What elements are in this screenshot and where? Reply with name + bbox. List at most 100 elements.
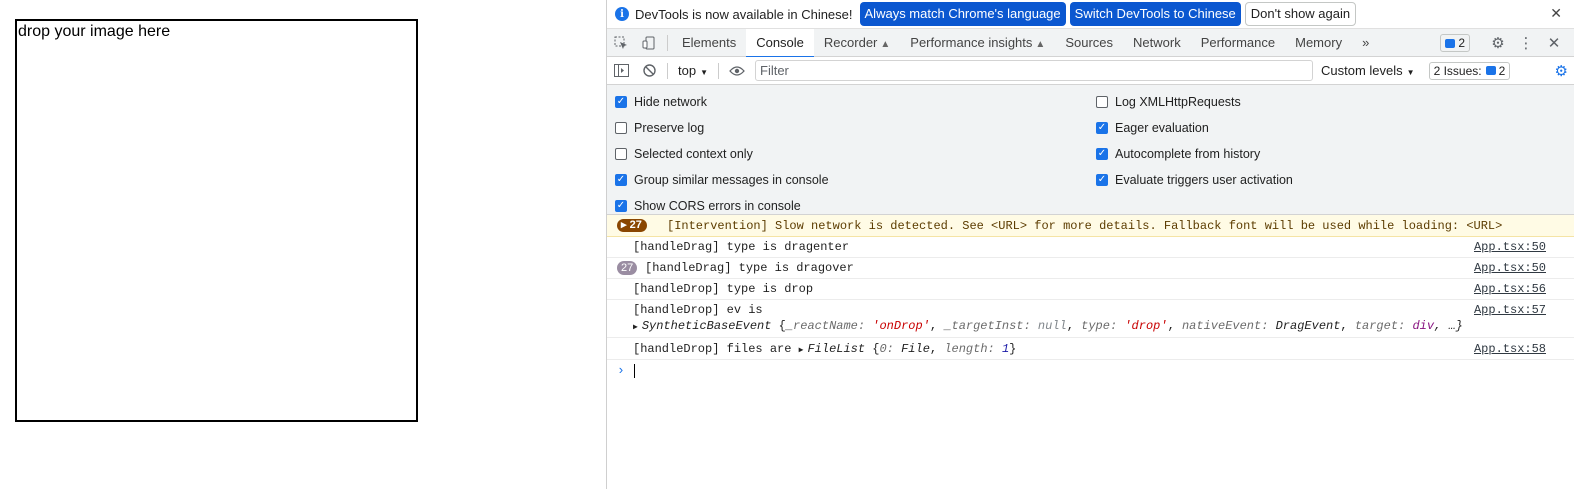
image-dropzone[interactable]: drop your image here: [15, 19, 418, 422]
warning-message[interactable]: ▸ 27 [Intervention] Slow network is dete…: [607, 215, 1574, 237]
setting-label: Autocomplete from history: [1115, 147, 1261, 161]
object-preview[interactable]: ▶ FileList {0: File, length: 1}: [799, 342, 1017, 356]
setting-label: Eager evaluation: [1115, 121, 1209, 135]
issues-count: 2: [1498, 63, 1506, 78]
tab-recorder[interactable]: Recorder ▲: [814, 29, 900, 57]
setting-eager-evaluation[interactable]: ✓ Eager evaluation: [1096, 121, 1209, 135]
checkbox-checked[interactable]: ✓: [615, 96, 627, 108]
console-toolbar: top ▼ Filter Custom levels ▼ 2 Issues: 2 ⚙: [607, 57, 1574, 85]
prop-key: _reactName:: [785, 319, 866, 333]
dont-show-again-button[interactable]: Don't show again: [1244, 2, 1357, 26]
log-text: [handleDrop] ev is: [633, 303, 763, 317]
expand-triangle-icon[interactable]: ▶: [799, 346, 804, 355]
tab-sources[interactable]: Sources: [1055, 29, 1123, 57]
log-row: [handleDrop] files are ▶ FileList {0: Fil…: [607, 338, 1574, 360]
prop-value: div: [1412, 319, 1435, 333]
prop-value: File: [901, 342, 930, 356]
prop-key: type:: [1081, 319, 1118, 333]
match-language-button[interactable]: Always match Chrome's language: [859, 2, 1066, 26]
setting-evaluate-triggers[interactable]: ✓ Evaluate triggers user activation: [1096, 173, 1293, 187]
log-text: [handleDrag] type is dragenter: [633, 240, 850, 254]
setting-autocomplete-history[interactable]: ✓ Autocomplete from history: [1096, 147, 1260, 161]
toolbar-divider: [667, 34, 668, 51]
filter-input[interactable]: Filter: [755, 60, 1313, 81]
tab-elements[interactable]: Elements: [672, 29, 746, 57]
source-link[interactable]: App.tsx:58: [1474, 338, 1546, 360]
more-tabs-chevron-icon[interactable]: »: [1352, 29, 1379, 57]
setting-log-xhr[interactable]: Log XMLHttpRequests: [1096, 95, 1241, 109]
inspect-element-icon[interactable]: [607, 29, 635, 57]
log-row: [handleDrop] type is drop App.tsx:56: [607, 279, 1574, 300]
tab-performance-insights-label: Performance insights: [910, 34, 1033, 50]
checkbox-unchecked[interactable]: [615, 122, 627, 134]
checkbox-checked[interactable]: ✓: [615, 174, 627, 186]
messages-count: 2: [1458, 36, 1465, 50]
console-prompt[interactable]: ›: [607, 360, 1574, 382]
log-levels-dropdown[interactable]: Custom levels ▼: [1321, 63, 1415, 78]
checkbox-checked[interactable]: ✓: [1096, 174, 1108, 186]
log-row: [handleDrag] type is dragenter App.tsx:5…: [607, 237, 1574, 258]
tab-performance-insights[interactable]: Performance insights ▲: [900, 29, 1055, 57]
device-toolbar-icon[interactable]: [635, 29, 663, 57]
setting-group-similar[interactable]: ✓ Group similar messages in console: [615, 173, 829, 187]
checkbox-unchecked[interactable]: [615, 148, 627, 160]
source-link[interactable]: App.tsx:57: [1474, 302, 1546, 318]
dropdown-arrow-icon: ▼: [700, 68, 708, 77]
warning-count-badge[interactable]: ▸ 27: [617, 219, 647, 232]
issues-button[interactable]: 2 Issues: 2: [1428, 61, 1511, 80]
log-row: [handleDrop] ev is ▶ SyntheticBaseEvent {…: [607, 300, 1574, 338]
source-link[interactable]: App.tsx:56: [1474, 279, 1546, 299]
checkbox-unchecked[interactable]: [1096, 96, 1108, 108]
prop-value: DragEvent: [1275, 319, 1341, 333]
log-text: [handleDrag] type is dragover: [645, 261, 854, 275]
tab-performance[interactable]: Performance: [1191, 29, 1285, 57]
clear-console-icon[interactable]: [635, 57, 663, 85]
console-settings-gear-icon[interactable]: ⚙: [1555, 62, 1568, 80]
log-text: [handleDrop] type is drop: [633, 282, 814, 296]
sidebar-toggle-icon[interactable]: [607, 57, 635, 85]
toolbar-divider: [667, 62, 668, 79]
setting-label: Log XMLHttpRequests: [1115, 95, 1241, 109]
checkbox-checked[interactable]: ✓: [615, 200, 627, 212]
issues-label: 2 Issues:: [1433, 63, 1482, 78]
setting-label: Preserve log: [634, 121, 705, 135]
setting-selected-context-only[interactable]: Selected context only: [615, 147, 753, 161]
tab-recorder-label: Recorder: [823, 34, 878, 50]
live-expression-eye-icon[interactable]: [723, 57, 751, 85]
close-icon[interactable]: ✕: [1550, 5, 1562, 22]
console-messages: ▸ 27 [Intervention] Slow network is dete…: [607, 215, 1574, 382]
context-selector[interactable]: top ▼: [672, 63, 714, 78]
object-preview[interactable]: ▶ SyntheticBaseEvent {_reactName: 'onDrop…: [633, 318, 1574, 336]
setting-show-cors-errors[interactable]: ✓ Show CORS errors in console: [615, 199, 801, 213]
setting-preserve-log[interactable]: Preserve log: [615, 121, 704, 135]
message-icon: [1445, 38, 1456, 48]
switch-language-button[interactable]: Switch DevTools to Chinese: [1069, 2, 1241, 26]
experiment-flask-icon: ▲: [1035, 38, 1046, 50]
experiment-flask-icon: ▲: [880, 38, 891, 50]
page-viewport: drop your image here: [0, 0, 606, 489]
infobar-message: DevTools is now available in Chinese!: [635, 6, 853, 22]
prop-value: null: [1037, 319, 1067, 333]
close-devtools-icon[interactable]: ✕: [1540, 34, 1568, 52]
setting-label: Selected context only: [634, 147, 753, 161]
messages-counter[interactable]: 2: [1440, 34, 1470, 52]
prop-key: nativeEvent:: [1181, 319, 1269, 333]
log-row: 27 [handleDrag] type is dragover App.tsx…: [607, 258, 1574, 279]
setting-label: Show CORS errors in console: [634, 199, 801, 213]
checkbox-checked[interactable]: ✓: [1096, 122, 1108, 134]
tab-memory[interactable]: Memory: [1285, 29, 1352, 57]
tab-console[interactable]: Console: [746, 28, 814, 58]
devtools-tabbar: Elements Console Recorder ▲ Performance i…: [607, 28, 1574, 58]
prop-key: _targetInst:: [944, 319, 1031, 333]
more-options-icon[interactable]: ⋮: [1512, 34, 1540, 52]
source-link[interactable]: App.tsx:50: [1474, 258, 1546, 278]
setting-hide-network[interactable]: ✓ Hide network: [615, 95, 707, 109]
settings-gear-icon[interactable]: ⚙: [1484, 34, 1512, 52]
checkbox-checked[interactable]: ✓: [1096, 148, 1108, 160]
expand-triangle-icon[interactable]: ▶: [633, 323, 638, 332]
prop-key: 0:: [879, 342, 894, 356]
tab-network[interactable]: Network: [1123, 29, 1191, 57]
source-link[interactable]: App.tsx:50: [1474, 237, 1546, 257]
prop-key: length:: [944, 342, 995, 356]
tabbar-actions: 2 ⚙ ⋮ ✕: [1440, 29, 1568, 57]
